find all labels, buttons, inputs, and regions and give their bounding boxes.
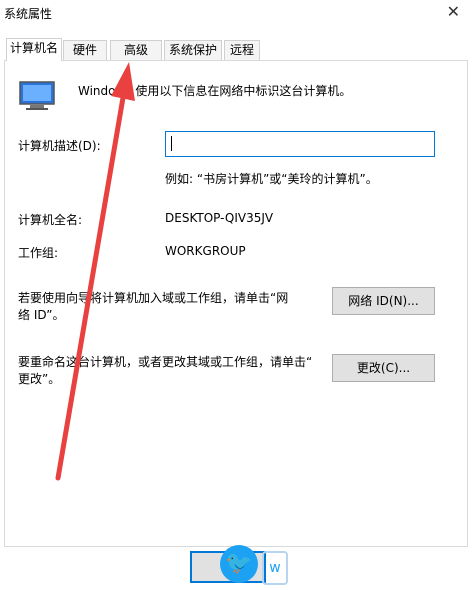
computer-icon	[19, 81, 55, 110]
workgroup-value: WORKGROUP	[165, 244, 246, 258]
tab-advanced[interactable]: 高级	[110, 40, 162, 60]
window-title: 系统属性	[4, 7, 53, 21]
fullname-label: 计算机全名:	[18, 213, 83, 227]
tab-system-protection[interactable]: 系统保护	[164, 40, 222, 60]
network-instruction-line1: 若要使用向导将计算机加入域或工作组，请单击“网	[18, 291, 289, 305]
rename-instruction-line2: 更改”。	[18, 372, 61, 386]
tab-hardware[interactable]: 硬件	[63, 40, 107, 60]
intro-text: Windows 使用以下信息在网络中标识这台计算机。	[78, 84, 352, 98]
network-id-button[interactable]: 网络 ID(N)...	[332, 287, 435, 315]
close-icon[interactable]: ✕	[447, 2, 460, 21]
change-button[interactable]: 更改(C)...	[332, 354, 435, 382]
fullname-value: DESKTOP-QIV35JV	[165, 211, 274, 225]
network-instruction-line2: 络 ID”。	[18, 308, 65, 322]
workgroup-label: 工作组:	[18, 246, 59, 260]
example-text: 例如: “书房计算机”或“美玲的计算机”。	[165, 172, 378, 186]
title-bar: 系统属性 ✕	[0, 0, 472, 28]
rename-instruction-line1: 要重命名这台计算机，或者更改其域或工作组，请单击“	[18, 355, 313, 369]
watermark-icon: w	[262, 551, 288, 585]
twitter-bird-icon: 🐦	[220, 545, 258, 583]
description-label: 计算机描述(D):	[18, 139, 101, 153]
computer-description-input[interactable]	[165, 131, 435, 157]
text-caret	[171, 136, 172, 151]
tab-remote[interactable]: 远程	[224, 40, 260, 60]
tab-computer-name[interactable]: 计算机名	[6, 38, 62, 61]
